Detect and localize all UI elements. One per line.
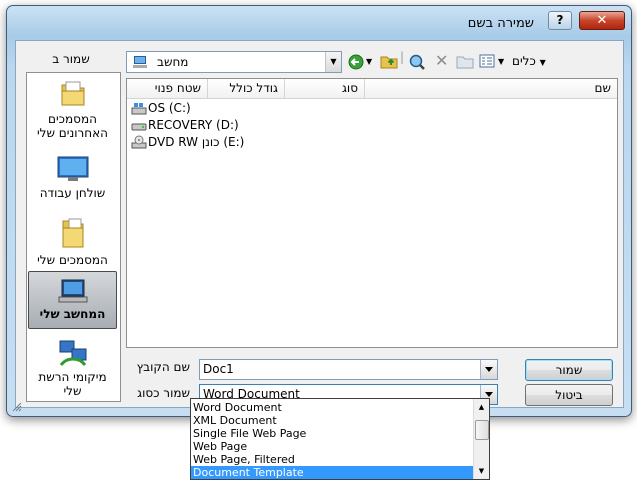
address-combo[interactable]: מחשב ▼ — [126, 51, 342, 73]
place-label: מיקומי הרשת שלי — [38, 370, 107, 398]
title-bar[interactable]: שמירה בשם ? ✕ — [7, 6, 631, 36]
drive-label: DVD RW כונן (E:) — [148, 135, 245, 149]
views-dropdown-icon[interactable]: ▼ — [498, 57, 504, 66]
save-button[interactable]: שמור — [525, 359, 613, 381]
place-desktop[interactable]: שולחן עבודה — [29, 155, 116, 200]
list-scrollbar[interactable]: ▲ ▼ — [473, 399, 489, 479]
type-option[interactable]: Web Page — [191, 440, 475, 453]
tools-dropdown-icon: ▼ — [539, 58, 546, 67]
filename-value: Doc1 — [203, 362, 234, 376]
type-dropdown-list[interactable]: Word Document XML Document Single File W… — [190, 398, 490, 480]
place-label: המסמכים האחרונים שלי — [36, 112, 108, 140]
drive-label: OS (C:) — [148, 101, 191, 115]
column-header: שטח פנוי גודל כולל סוג שם — [127, 79, 617, 99]
back-dropdown-icon[interactable]: ▼ — [366, 57, 372, 66]
save-as-dialog: שמירה בשם ? ✕ שמור ב המסמכים האחרונים של… — [6, 5, 632, 417]
type-option[interactable]: Single File Web Page — [191, 427, 475, 440]
recent-documents-icon — [61, 81, 84, 106]
column-total-size[interactable]: גודל כולל — [207, 79, 284, 98]
place-label: שולחן עבודה — [39, 186, 106, 200]
delete-icon[interactable]: ✕ — [435, 51, 448, 70]
search-web-icon[interactable] — [409, 54, 425, 70]
drive-label: RECOVERY (D:) — [148, 118, 239, 132]
place-recent-documents[interactable]: המסמכים האחרונים שלי — [29, 79, 116, 140]
my-computer-icon — [58, 279, 87, 303]
os-drive-icon — [131, 103, 147, 115]
filename-dropdown-button[interactable] — [480, 360, 497, 379]
place-network[interactable]: מיקומי הרשת שלי — [29, 339, 116, 398]
type-option[interactable]: XML Document — [191, 414, 475, 427]
place-label: המסמכים שלי — [37, 253, 108, 267]
up-folder-icon[interactable] — [380, 53, 398, 69]
dialog-body: שמור ב המסמכים האחרונים שלי שולחן עבודה … — [15, 40, 624, 408]
scroll-down-icon[interactable]: ▼ — [475, 465, 488, 478]
dvd-drive-icon — [131, 135, 147, 149]
type-option-selected[interactable]: Document Template — [191, 466, 475, 479]
filename-label: שם הקובץ — [136, 360, 190, 374]
scroll-up-icon[interactable]: ▲ — [475, 401, 488, 414]
address-value: מחשב — [157, 55, 189, 69]
views-icon[interactable] — [479, 54, 495, 68]
save-in-label: שמור ב — [52, 52, 90, 66]
type-option[interactable]: Web Page, Filtered — [191, 453, 475, 466]
place-label: המחשב שלי — [39, 307, 106, 321]
hard-drive-icon — [131, 123, 147, 131]
column-free-space[interactable]: שטח פנוי — [127, 79, 207, 98]
my-documents-icon — [62, 218, 83, 248]
close-button[interactable]: ✕ — [579, 11, 625, 30]
place-my-computer[interactable]: המחשב שלי — [28, 271, 117, 329]
resize-grip-icon[interactable] — [12, 402, 22, 412]
new-folder-icon[interactable] — [456, 54, 474, 69]
tools-label: כלים — [512, 54, 536, 68]
filename-input[interactable]: Doc1 — [199, 359, 498, 380]
cancel-button[interactable]: ביטול — [525, 384, 613, 406]
back-icon[interactable] — [348, 54, 364, 70]
column-type[interactable]: סוג — [284, 79, 364, 98]
file-list[interactable]: שטח פנוי גודל כולל סוג שם OS (C:) RECOVE… — [126, 78, 618, 348]
place-my-documents[interactable]: המסמכים שלי — [29, 216, 116, 267]
column-name[interactable]: שם — [364, 79, 617, 98]
toolbar-separator: | — [400, 50, 405, 64]
tools-menu[interactable]: כלים ▼ — [512, 54, 546, 68]
computer-small-icon — [133, 56, 147, 68]
close-icon: ✕ — [596, 13, 608, 28]
network-places-icon — [59, 340, 86, 367]
address-dropdown-button[interactable]: ▼ — [325, 52, 341, 72]
chevron-down-icon: ▼ — [330, 57, 337, 66]
window-title: שמירה בשם — [467, 16, 534, 31]
desktop-icon — [57, 156, 88, 181]
save-as-type-label: שמור כסוג — [137, 386, 190, 400]
places-bar: המסמכים האחרונים שלי שולחן עבודה המסמכים… — [26, 72, 121, 402]
scroll-thumb[interactable] — [475, 420, 489, 440]
help-button[interactable]: ? — [548, 11, 572, 30]
type-option[interactable]: Word Document — [191, 401, 475, 414]
